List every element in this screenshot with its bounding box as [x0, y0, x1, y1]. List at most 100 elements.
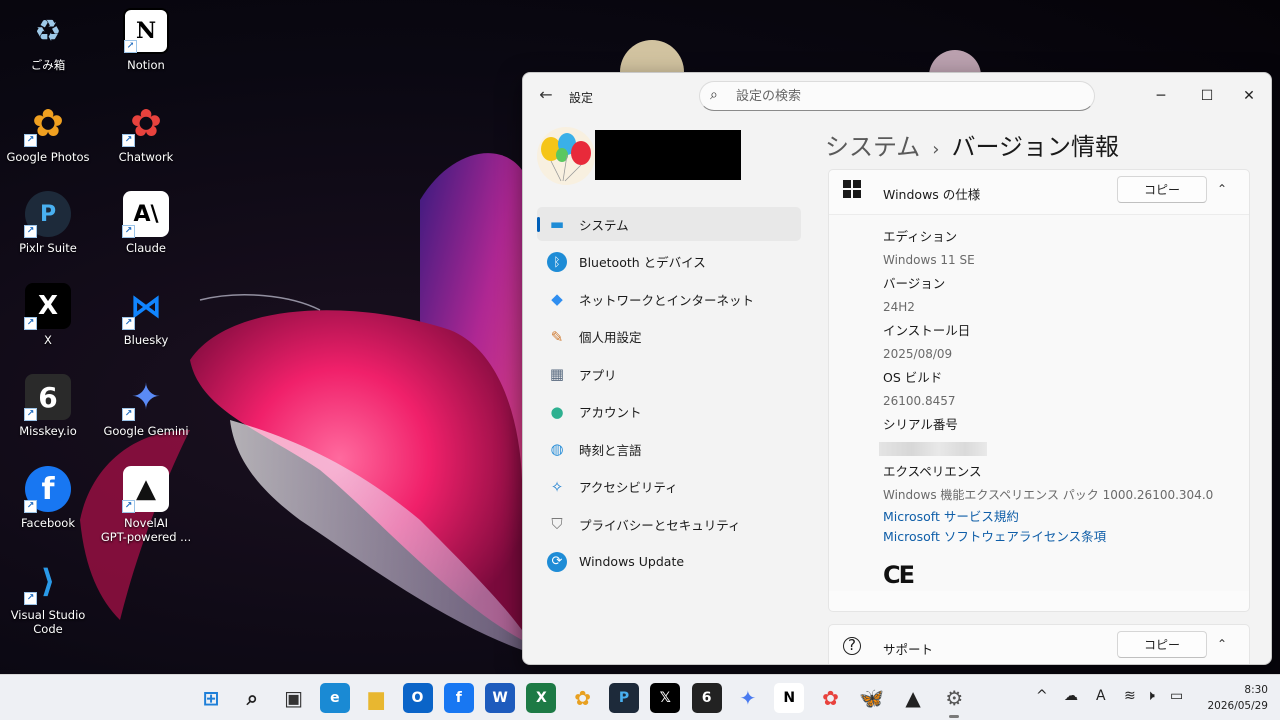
google-photos-icon[interactable]: ✿: [568, 683, 598, 713]
shortcut-arrow-icon: ↗: [122, 317, 135, 330]
novelai-icon[interactable]: ▲: [898, 683, 928, 713]
spec-value-edition: Windows 11 SE: [883, 252, 975, 267]
minimize-button[interactable]: ─: [1141, 81, 1181, 111]
sidebar-item-personalization[interactable]: ✎ 個人用設定: [537, 320, 801, 354]
desktop-icon-google-gemini[interactable]: ✦ ↗ Google Gemini: [98, 374, 194, 439]
battery-icon[interactable]: ▭: [1170, 688, 1183, 704]
word-icon[interactable]: W: [485, 683, 516, 713]
chevron-up-icon[interactable]: ⌃: [1217, 182, 1227, 196]
pixlr-icon[interactable]: P: [609, 683, 639, 713]
desktop-icon-novelai[interactable]: ▲ ↗ NovelAI GPT-powered ...: [98, 466, 194, 544]
copy-button[interactable]: コピー: [1117, 631, 1207, 658]
desktop-icon-bluesky[interactable]: ⋈ ↗ Bluesky: [98, 283, 194, 347]
search-input[interactable]: [736, 87, 1076, 105]
help-icon: ?: [843, 637, 861, 655]
novelai-icon: ▲ ↗: [122, 466, 169, 513]
sidebar-item-network[interactable]: ◆ ネットワークとインターネット: [537, 282, 801, 316]
maximize-button[interactable]: ☐: [1187, 81, 1227, 111]
desktop-icon-recycle-bin[interactable]: ♻ ごみ箱: [0, 8, 96, 73]
breadcrumb-current: バージョン情報: [951, 133, 1120, 161]
desktop-icon-label: Notion: [127, 58, 165, 72]
sidebar-item-bluetooth[interactable]: ᛒ Bluetooth とデバイス: [537, 245, 801, 279]
desktop-icon-notion[interactable]: N ↗ Notion: [98, 8, 194, 72]
title-bar[interactable]: ← 設定 ⌕ ─ ☐ ✕: [523, 73, 1271, 119]
clock[interactable]: 8:30 2026/05/29: [1207, 682, 1268, 714]
gemini-icon[interactable]: ✦: [733, 683, 763, 713]
sidebar-item-label: Bluetooth とデバイス: [579, 255, 706, 270]
bluesky-icon[interactable]: 🦋: [857, 683, 887, 713]
sidebar-item-label: プライバシーとセキュリティ: [579, 517, 741, 533]
spec-label-experience: エクスペリエンス: [883, 464, 982, 479]
excel-icon[interactable]: X: [526, 683, 557, 713]
chevron-up-icon[interactable]: ^: [1036, 688, 1048, 704]
desktop-icon-vscode[interactable]: ⟩ ↗ Visual Studio Code: [0, 558, 96, 636]
desktop-icon-facebook[interactable]: f ↗ Facebook: [0, 466, 96, 530]
settings-gear-icon[interactable]: ⚙: [939, 683, 969, 718]
sidebar-item-label: Windows Update: [579, 554, 685, 569]
desktop-icon-misskey[interactable]: 6 ↗ Misskey.io: [0, 374, 96, 438]
back-arrow-icon[interactable]: ←: [535, 85, 557, 107]
desktop-icon-label: NovelAI GPT-powered ...: [100, 516, 192, 544]
sidebar-item-accounts[interactable]: ● アカウント: [537, 395, 801, 429]
sidebar-item-accessibility[interactable]: ✧ アクセシビリティ: [537, 470, 801, 504]
edge-icon[interactable]: e: [319, 683, 350, 713]
desktop-icon-pixlr-suite[interactable]: P ↗ Pixlr Suite: [0, 191, 96, 255]
blurred-serial: [879, 441, 987, 456]
misskey-icon[interactable]: 6: [691, 683, 722, 713]
windows-start-icon[interactable]: ⊞: [196, 683, 226, 713]
search-box[interactable]: ⌕: [699, 81, 1095, 111]
search-icon[interactable]: ⌕: [237, 683, 267, 713]
sidebar-item-privacy-security[interactable]: ⛉ プライバシーとセキュリティ: [537, 507, 801, 541]
desktop-icon-google-photos[interactable]: ✿ ↗ Google Photos: [0, 100, 96, 164]
desktop-icon-chatwork[interactable]: ✿ ↗ Chatwork: [98, 100, 194, 164]
account-icon: ●: [550, 402, 564, 421]
notion-icon[interactable]: N: [774, 683, 805, 713]
desktop-icon-label: Facebook: [20, 516, 76, 530]
sidebar-item-windows-update[interactable]: ⟳ Windows Update: [537, 545, 801, 579]
avatar[interactable]: [537, 127, 595, 185]
desktop-icon-label: Visual Studio Code: [10, 608, 86, 636]
sidebar-item-time-language[interactable]: ◍ 時刻と言語: [537, 432, 801, 466]
windows-update-icon: ⟳: [547, 551, 567, 572]
sidebar-item-system[interactable]: ▬ システム: [537, 207, 801, 241]
windows-spec-header[interactable]: Windows の仕様 コピー ⌃: [829, 170, 1249, 214]
chevron-up-icon[interactable]: ⌃: [1217, 637, 1227, 651]
sidebar-item-apps[interactable]: ▦ アプリ: [537, 357, 801, 391]
facebook-icon[interactable]: f: [443, 683, 474, 713]
wifi-icon: ◆: [551, 290, 563, 308]
sidebar-item-label: アカウント: [579, 405, 642, 420]
copy-button[interactable]: コピー: [1117, 176, 1207, 203]
onedrive-icon[interactable]: ☁: [1064, 688, 1078, 704]
content-scroll-area[interactable]: Windows の仕様 コピー ⌃ エディション Windows 11 SE バ…: [828, 169, 1250, 664]
shortcut-arrow-icon: ↗: [24, 317, 37, 330]
support-header[interactable]: ? サポート コピー ⌃: [829, 625, 1249, 664]
link-microsoft-software-license[interactable]: Microsoft ソフトウェアライセンス条項: [883, 527, 1249, 547]
shield-icon: ⛉: [551, 515, 563, 533]
shortcut-arrow-icon: ↗: [24, 225, 37, 238]
paintbrush-icon: ✎: [550, 327, 564, 346]
shortcut-arrow-icon: ↗: [122, 408, 135, 421]
desktop-icon-label: Bluesky: [123, 333, 169, 347]
link-microsoft-services-agreement[interactable]: Microsoft サービス規約: [883, 507, 1249, 527]
task-view-icon[interactable]: ▣: [279, 683, 309, 713]
speaker-icon[interactable]: 🕨: [1146, 688, 1155, 704]
spec-value-os-build: 26100.8457: [883, 393, 956, 408]
google-photos-icon: ✿ ↗: [24, 100, 71, 147]
close-button[interactable]: ✕: [1229, 81, 1269, 111]
chatwork-icon[interactable]: ✿: [816, 683, 846, 713]
notion-icon: N ↗: [123, 8, 169, 54]
desktop-icon-x[interactable]: X ↗ X: [0, 283, 96, 347]
sidebar-item-label: 時刻と言語: [579, 442, 642, 458]
clock-time: 8:30: [1244, 684, 1268, 696]
x-icon[interactable]: 𝕏: [650, 683, 681, 713]
clock-date: 2026/05/29: [1207, 700, 1268, 712]
wifi-icon[interactable]: ≋: [1124, 688, 1136, 704]
outlook-icon[interactable]: O: [402, 683, 433, 713]
folder-icon[interactable]: ▆: [361, 683, 391, 713]
ime-icon[interactable]: A: [1096, 688, 1106, 704]
shortcut-arrow-icon: ↗: [124, 40, 137, 53]
windows-logo-icon: [843, 180, 861, 203]
breadcrumb-system[interactable]: システム: [825, 133, 920, 161]
desktop-icon-claude[interactable]: A\ ↗ Claude: [98, 191, 194, 255]
bluetooth-icon: ᛒ: [547, 251, 567, 272]
